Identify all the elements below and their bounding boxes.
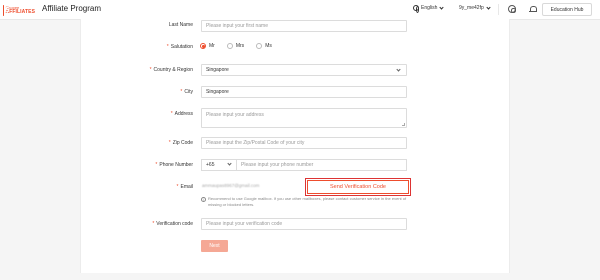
globe-icon (413, 5, 419, 13)
top-bar: Shopee AFFILIATES Affiliate Program Engl… (0, 0, 600, 20)
zip-label: * Zip Code (169, 140, 193, 146)
radio-mr-label: Mr (209, 43, 215, 49)
chevron-down-icon (396, 67, 401, 72)
address-textarea[interactable]: Please input your address (201, 108, 407, 128)
salutation-radio-group: Mr Mrs Ms (200, 43, 284, 49)
header-divider (498, 4, 499, 15)
notification-bell-icon[interactable] (529, 5, 537, 13)
country-label-text: Country & Region (153, 67, 193, 73)
resize-handle-icon[interactable] (402, 123, 405, 126)
country-code-value: +65 (206, 162, 215, 168)
radio-mr[interactable]: Mr (200, 43, 215, 49)
country-select[interactable]: Singapore (201, 64, 407, 76)
city-label-text: City (184, 89, 193, 95)
radio-ms[interactable]: Ms (256, 43, 272, 49)
country-label: * Country & Region (150, 67, 193, 73)
education-hub-button[interactable]: Education Hub (542, 3, 592, 16)
language-selector[interactable]: English (413, 4, 445, 13)
address-label: * Address (171, 111, 193, 117)
zip-input[interactable]: Please input the Zip/Postal Code of your… (201, 137, 407, 149)
next-button[interactable]: Next (201, 240, 228, 252)
zip-label-text: Zip Code (172, 140, 193, 146)
phone-label: * Phone Number (155, 162, 193, 168)
verification-label: * Verification code (152, 221, 193, 227)
radio-ms-label: Ms (265, 43, 272, 49)
user-menu[interactable]: 9y_me42fp (459, 4, 491, 11)
chevron-down-icon (486, 4, 491, 10)
email-value: ammaupas8967@gmail.com (202, 183, 260, 188)
required-mark: * (180, 89, 183, 95)
required-mark: * (166, 44, 169, 50)
phone-label-text: Phone Number (159, 162, 193, 168)
username: 9y_me42fp (459, 5, 484, 11)
email-label-text: Email (180, 184, 193, 190)
phone-input[interactable]: Please input your phone number (237, 159, 407, 171)
required-mark: * (170, 111, 173, 117)
last-name-input[interactable]: Please input your first name (201, 20, 407, 32)
email-hint: i Recommend to use Google mailbox. If yo… (201, 196, 411, 207)
radio-mrs[interactable]: Mrs (226, 43, 245, 49)
radio-mrs-label: Mrs (235, 43, 245, 49)
page-title: Affiliate Program (42, 4, 101, 13)
required-mark: * (176, 184, 179, 190)
send-verification-code-button[interactable]: Send Verification Code (305, 178, 411, 196)
city-input[interactable]: Singapore (201, 86, 407, 98)
required-mark: * (149, 67, 152, 73)
required-mark: * (168, 140, 171, 146)
language-label: English (421, 5, 438, 11)
shopee-affiliates-logo[interactable]: Shopee AFFILIATES (3, 2, 35, 19)
address-label-text: Address (174, 111, 193, 117)
last-name-label-text: Last Name (168, 22, 193, 28)
required-mark: * (155, 162, 158, 168)
country-code-select[interactable]: +65 (201, 159, 237, 171)
settings-icon[interactable] (508, 5, 516, 13)
address-placeholder: Please input your address (206, 112, 264, 118)
salutation-label: * Salutation (167, 44, 193, 50)
email-label: * Email (177, 184, 193, 190)
city-label: * City (180, 89, 193, 95)
salutation-label-text: Salutation (170, 44, 193, 50)
radio-button[interactable] (256, 43, 263, 49)
verification-code-input[interactable]: Please input your verification code (201, 218, 407, 230)
required-mark: * (152, 221, 155, 227)
country-value: Singapore (206, 67, 229, 73)
last-name-label: Last Name (169, 22, 193, 28)
email-hint-text: Recommend to use Google mailbox. If you … (208, 196, 407, 207)
radio-button-selected[interactable] (200, 43, 206, 49)
info-icon: i (201, 196, 206, 202)
verification-label-text: Verification code (156, 221, 193, 227)
chevron-down-icon (439, 4, 445, 10)
radio-button[interactable] (226, 43, 233, 49)
